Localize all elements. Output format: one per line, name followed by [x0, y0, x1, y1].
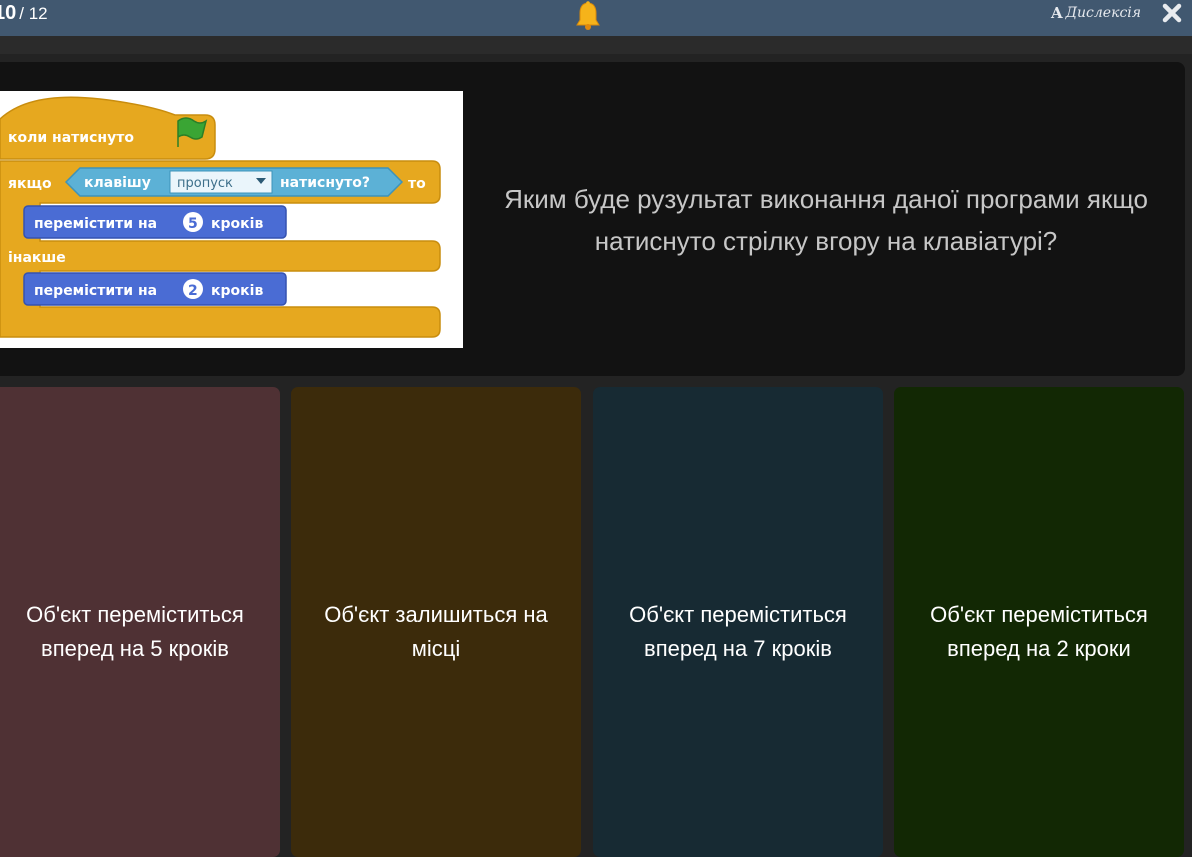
header-spacer: [0, 36, 1192, 54]
when-clicked-label: коли натиснуто: [8, 130, 134, 146]
pressed-label: натиснуто?: [280, 175, 370, 191]
question-counter: 10/ 12: [0, 2, 48, 25]
answer-option-2[interactable]: Об'єкт залишиться на місці: [291, 387, 581, 857]
move-1-steps: 5: [188, 216, 198, 232]
move-2-steps: 2: [188, 283, 198, 299]
dyslexia-icon: A: [1051, 4, 1063, 22]
current-question-number: 10: [0, 2, 17, 24]
answer-label-1: Об'єкт переміститься вперед на 5 кроків: [26, 602, 244, 661]
total-questions: / 12: [19, 4, 48, 23]
dyslexia-toggle[interactable]: A Дислексія: [1051, 4, 1141, 22]
close-icon[interactable]: [1160, 1, 1184, 25]
answer-option-3[interactable]: Об'єкт переміститься вперед на 7 кроків: [593, 387, 883, 857]
move-1-prefix: перемістити на: [34, 216, 157, 232]
answer-option-1[interactable]: Об'єкт переміститься вперед на 5 кроків: [0, 387, 280, 857]
then-label: то: [408, 176, 426, 192]
answer-label-2: Об'єкт залишиться на місці: [324, 602, 548, 661]
scratch-script: коли натиснуто якщо клавішу пропуск нати…: [0, 96, 441, 338]
move-2-prefix: перемістити на: [34, 283, 157, 299]
answer-option-4[interactable]: Об'єкт переміститься вперед на 2 кроки: [894, 387, 1184, 857]
top-bar: 10/ 12 A Дислексія: [0, 0, 1192, 36]
scratch-code-image: коли натиснуто якщо клавішу пропуск нати…: [0, 91, 463, 348]
answer-label-3: Об'єкт переміститься вперед на 7 кроків: [629, 602, 847, 661]
dyslexia-label: Дислексія: [1065, 5, 1142, 21]
else-label: інакше: [8, 250, 66, 266]
question-text: Яким буде рузультат виконання даної прог…: [504, 184, 1148, 256]
key-label: клавішу: [84, 175, 151, 191]
move-2-suffix: кроків: [211, 283, 263, 299]
bell-icon[interactable]: [572, 0, 604, 32]
answer-label-4: Об'єкт переміститься вперед на 2 кроки: [930, 602, 1148, 661]
move-1-suffix: кроків: [211, 216, 263, 232]
key-dropdown-value: пропуск: [177, 176, 233, 191]
if-label: якщо: [8, 176, 52, 192]
